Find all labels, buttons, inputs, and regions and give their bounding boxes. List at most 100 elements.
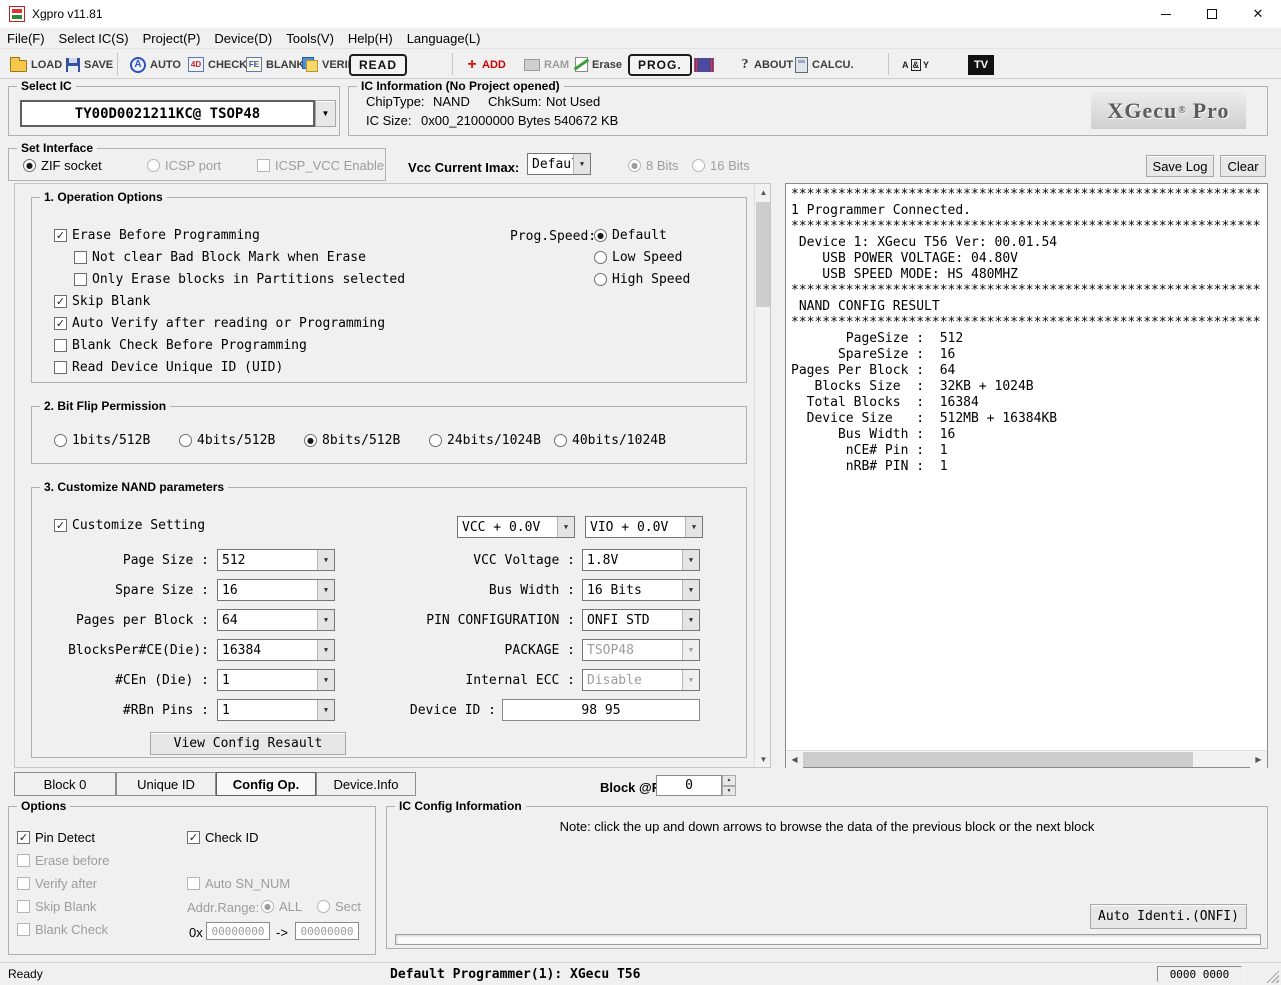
erase-before-programming-checkbox[interactable]: ✓ Erase Before Programming	[54, 228, 260, 243]
auto-verify-checkbox[interactable]: ✓ Auto Verify after reading or Programmi…	[54, 316, 385, 331]
menu-select-ic[interactable]: Select IC(S)	[52, 30, 136, 47]
addr-from-field[interactable]: 00000000	[206, 922, 270, 940]
save-button[interactable]: SAVE	[66, 53, 113, 76]
tab-config-op[interactable]: Config Op.	[216, 772, 316, 796]
addr-to-field[interactable]: 00000000	[295, 922, 359, 940]
icsp-vcc-enable-checkbox[interactable]: ICSP_VCC Enable	[257, 158, 384, 173]
spinner-up-arrow[interactable]: ▲	[722, 775, 736, 786]
blank-button[interactable]: FE BLANK	[246, 53, 305, 76]
add-button[interactable]: + ADD	[466, 53, 506, 76]
bitflip-8bits-radio[interactable]: ● 8bits/512B	[304, 433, 400, 448]
vcc-imax-combo[interactable]: Default ▼	[527, 153, 591, 175]
bits16-radio[interactable]: 16 Bits	[692, 158, 750, 173]
spare-size-combo[interactable]: 16 ▼	[217, 579, 335, 601]
view-config-result-button[interactable]: View Config Resault	[150, 732, 346, 755]
chevron-down-icon[interactable]: ▼	[682, 610, 699, 630]
menu-project[interactable]: Project(P)	[136, 30, 208, 47]
check-button[interactable]: 4D CHECK	[188, 53, 247, 76]
tab-unique-id[interactable]: Unique ID	[116, 772, 216, 796]
block-at-file-input[interactable]: 0	[656, 775, 722, 796]
chip-test-button[interactable]	[694, 53, 714, 76]
load-button[interactable]: LOAD	[10, 53, 62, 76]
calcu-button[interactable]: CALCU.	[795, 53, 854, 76]
menu-file[interactable]: File(F)	[0, 30, 52, 47]
bitflip-24bits-radio[interactable]: 24bits/1024B	[429, 433, 541, 448]
skip-blank-option-checkbox[interactable]: Skip Blank	[17, 899, 96, 914]
ram-button[interactable]: RAM	[524, 53, 569, 76]
pin-configuration-combo[interactable]: ONFI STD ▼	[582, 609, 700, 631]
chevron-down-icon[interactable]: ▼	[557, 517, 574, 537]
device-id-field[interactable]: 98 95	[502, 699, 700, 721]
chevron-down-icon[interactable]: ▼	[682, 550, 699, 570]
panel-scrollbar-thumb[interactable]	[756, 202, 771, 307]
scroll-left-arrow[interactable]: ◀	[786, 751, 803, 768]
panel-scrollbar[interactable]: ▲ ▼	[754, 184, 771, 768]
about-button[interactable]: ? ABOUT	[740, 53, 793, 76]
addr-all-radio[interactable]: ● ALL	[261, 899, 302, 914]
auto-button[interactable]: A AUTO	[130, 53, 181, 76]
logic-calc-button[interactable]: A&Y	[902, 53, 929, 76]
menu-tools[interactable]: Tools(V)	[279, 30, 341, 47]
menu-language[interactable]: Language(L)	[400, 30, 488, 47]
bus-width-combo[interactable]: 16 Bits ▼	[582, 579, 700, 601]
save-log-button[interactable]: Save Log	[1146, 155, 1214, 177]
clear-button[interactable]: Clear	[1220, 155, 1266, 177]
resize-grip[interactable]	[1266, 970, 1279, 983]
menu-device[interactable]: Device(D)	[207, 30, 279, 47]
vcc-offset-combo[interactable]: VCC + 0.0V ▼	[457, 516, 575, 538]
blocks-per-ce-combo[interactable]: 16384 ▼	[217, 639, 335, 661]
blank-check-checkbox[interactable]: Blank Check	[17, 922, 108, 937]
pages-per-block-combo[interactable]: 64 ▼	[217, 609, 335, 631]
cen-die-combo[interactable]: 1 ▼	[217, 669, 335, 691]
scroll-right-arrow[interactable]: ▶	[1250, 751, 1267, 768]
speed-high-radio[interactable]: High Speed	[594, 272, 690, 287]
speed-low-radio[interactable]: Low Speed	[594, 250, 682, 265]
speed-default-radio[interactable]: ● Default	[594, 228, 667, 243]
icsp-port-radio[interactable]: ICSP port	[147, 158, 221, 173]
vio-offset-combo[interactable]: VIO + 0.0V ▼	[585, 516, 703, 538]
tv-button[interactable]: TV	[968, 53, 994, 76]
zif-socket-radio[interactable]: ● ZIF socket	[23, 158, 102, 173]
auto-sn-num-checkbox[interactable]: Auto SN_NUM	[187, 876, 290, 891]
tab-block0[interactable]: Block 0	[14, 772, 116, 796]
maximize-button[interactable]	[1189, 0, 1235, 28]
read-button[interactable]: READ	[349, 53, 407, 76]
vcc-voltage-combo[interactable]: 1.8V ▼	[582, 549, 700, 571]
selected-ic-display[interactable]: TY00D0021211KC@ TSOP48	[20, 100, 315, 127]
addr-sect-radio[interactable]: Sect	[317, 899, 361, 914]
rbn-pins-combo[interactable]: 1 ▼	[217, 699, 335, 721]
skip-blank-checkbox[interactable]: ✓ Skip Blank	[54, 294, 150, 309]
minimize-button[interactable]	[1143, 0, 1189, 28]
scroll-down-arrow[interactable]: ▼	[755, 751, 771, 768]
log-hscroll-thumb[interactable]	[803, 752, 1193, 767]
chevron-down-icon[interactable]: ▼	[685, 517, 702, 537]
verify-after-checkbox[interactable]: Verify after	[17, 876, 97, 891]
block-file-spinner[interactable]: ▲ ▼	[722, 775, 736, 796]
chevron-down-icon[interactable]: ▼	[682, 580, 699, 600]
read-uid-checkbox[interactable]: Read Device Unique ID (UID)	[54, 360, 283, 375]
erase-button[interactable]: Erase	[575, 53, 622, 76]
bitflip-4bits-radio[interactable]: 4bits/512B	[179, 433, 275, 448]
menu-help[interactable]: Help(H)	[341, 30, 400, 47]
bitflip-40bits-radio[interactable]: 40bits/1024B	[554, 433, 666, 448]
close-button[interactable]: ✕	[1235, 0, 1281, 28]
bits8-radio[interactable]: ● 8 Bits	[628, 158, 679, 173]
not-clear-bad-block-checkbox[interactable]: Not clear Bad Block Mark when Erase	[74, 250, 366, 265]
chevron-down-icon[interactable]: ▼	[573, 154, 590, 174]
blank-check-before-checkbox[interactable]: Blank Check Before Programming	[54, 338, 307, 353]
tab-device-info[interactable]: Device.Info	[316, 772, 416, 796]
auto-identi-button[interactable]: Auto Identi.(ONFI)	[1090, 904, 1247, 929]
log-panel[interactable]: ****************************************…	[785, 183, 1268, 768]
only-erase-partitions-checkbox[interactable]: Only Erase blocks in Partitions selected	[74, 272, 405, 287]
page-size-combo[interactable]: 512 ▼	[217, 549, 335, 571]
select-ic-dropdown-button[interactable]: ▼	[315, 100, 336, 127]
scroll-up-arrow[interactable]: ▲	[755, 184, 771, 201]
bitflip-1bits-radio[interactable]: 1bits/512B	[54, 433, 150, 448]
pin-detect-checkbox[interactable]: ✓ Pin Detect	[17, 830, 95, 845]
prog-button[interactable]: PROG.	[628, 53, 692, 76]
spinner-down-arrow[interactable]: ▼	[722, 786, 736, 797]
customize-setting-checkbox[interactable]: ✓ Customize Setting	[54, 518, 205, 533]
erase-before-checkbox[interactable]: Erase before	[17, 853, 109, 868]
check-id-checkbox[interactable]: ✓ Check ID	[187, 830, 258, 845]
log-hscrollbar[interactable]: ◀ ▶	[786, 750, 1267, 767]
